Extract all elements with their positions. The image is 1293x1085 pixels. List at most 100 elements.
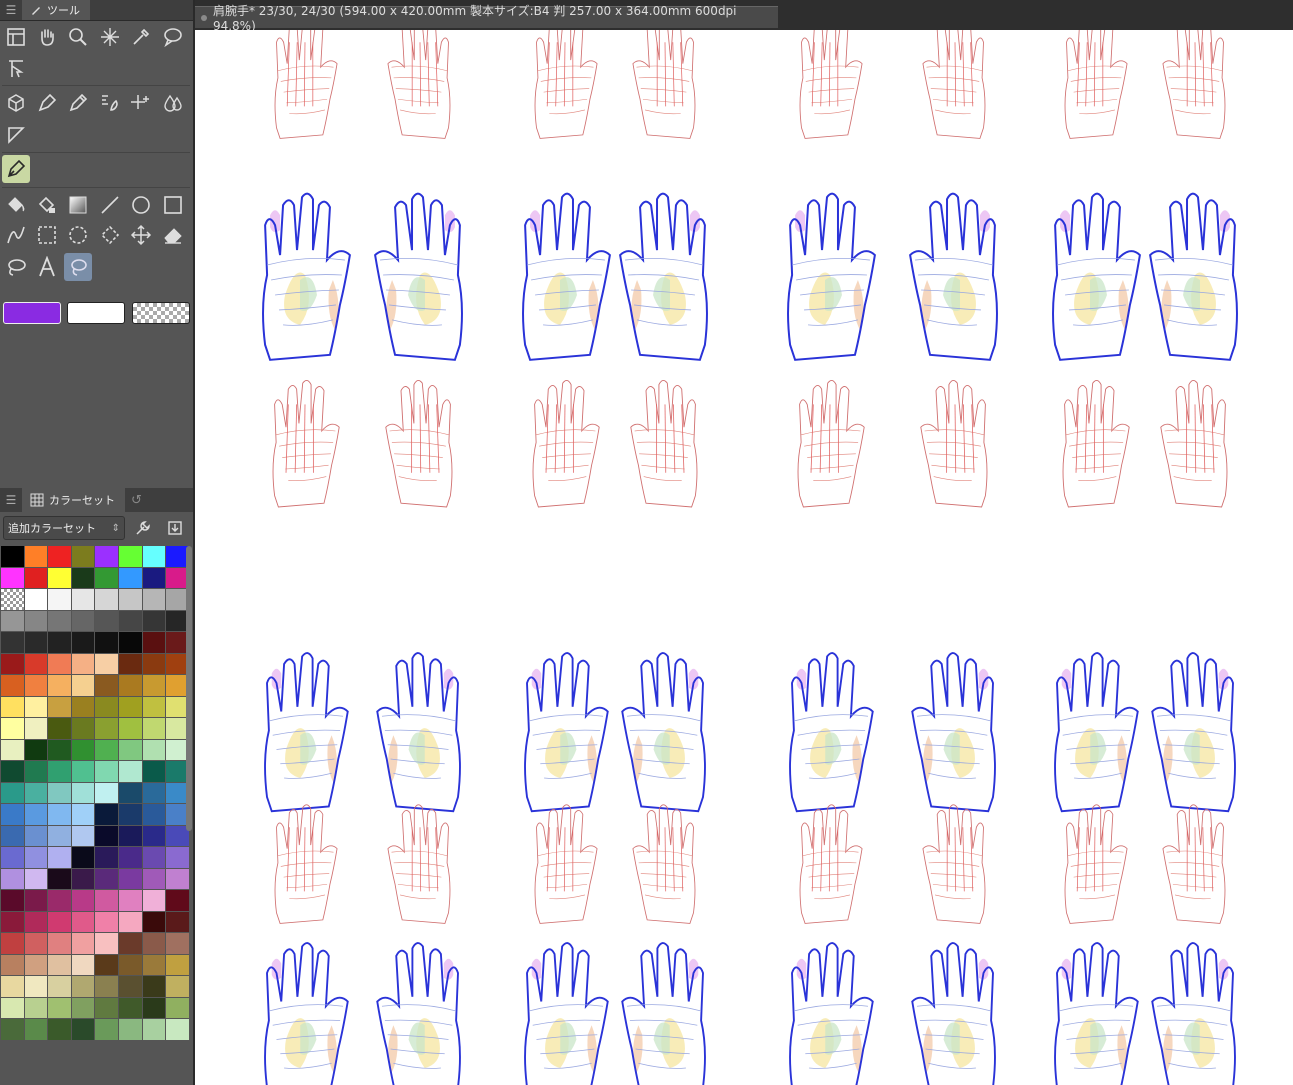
color-swatch[interactable] <box>118 868 142 889</box>
color-swatch[interactable] <box>95 954 118 975</box>
color-swatch[interactable] <box>118 675 142 696</box>
color-swatch[interactable] <box>48 546 71 567</box>
color-swatch[interactable] <box>95 825 118 846</box>
color-swatch[interactable] <box>166 976 189 997</box>
color-swatch[interactable] <box>71 868 95 889</box>
colorset-import-button[interactable] <box>161 516 189 540</box>
color-swatch[interactable] <box>95 933 118 954</box>
color-swatch[interactable] <box>24 825 48 846</box>
color-swatch[interactable] <box>1 718 24 739</box>
color-swatch[interactable] <box>142 890 166 911</box>
color-swatch[interactable] <box>118 997 142 1018</box>
color-swatch[interactable] <box>95 632 118 653</box>
tab-colorset[interactable]: カラーセット <box>22 488 125 512</box>
history-tab-icon[interactable]: ↺ <box>131 493 142 508</box>
color-swatch[interactable] <box>24 610 48 631</box>
color-swatch[interactable] <box>1 1019 24 1040</box>
color-swatch[interactable] <box>95 804 118 825</box>
color-swatch[interactable] <box>142 933 166 954</box>
color-swatch[interactable] <box>1 933 24 954</box>
ruler-tool[interactable] <box>2 121 30 149</box>
color-swatch[interactable] <box>1 696 24 717</box>
color-swatch[interactable] <box>118 782 142 803</box>
color-swatch[interactable] <box>142 976 166 997</box>
sub-color-chip[interactable] <box>67 302 125 324</box>
color-swatch[interactable] <box>48 976 71 997</box>
color-swatch[interactable] <box>118 696 142 717</box>
color-swatch[interactable] <box>95 1019 118 1040</box>
color-swatch[interactable] <box>24 911 48 932</box>
color-swatch[interactable] <box>24 632 48 653</box>
color-swatch[interactable] <box>142 675 166 696</box>
lasso-active-tool[interactable] <box>64 253 92 281</box>
operation-tool[interactable] <box>2 55 30 83</box>
color-swatch[interactable] <box>95 761 118 782</box>
color-swatch[interactable] <box>1 567 24 588</box>
color-swatch[interactable] <box>48 911 71 932</box>
color-swatch[interactable] <box>95 911 118 932</box>
color-swatch[interactable] <box>118 589 142 610</box>
color-swatch[interactable] <box>142 632 166 653</box>
color-swatch[interactable] <box>1 997 24 1018</box>
color-swatch[interactable] <box>142 782 166 803</box>
colorset-settings-button[interactable] <box>129 516 157 540</box>
eraser-tool[interactable] <box>159 221 187 249</box>
color-swatch[interactable] <box>1 675 24 696</box>
color-swatch[interactable] <box>142 739 166 760</box>
color-swatch[interactable] <box>71 589 95 610</box>
color-swatch[interactable] <box>48 739 71 760</box>
view-tool[interactable] <box>2 23 30 51</box>
color-swatch[interactable] <box>1 804 24 825</box>
color-swatch[interactable] <box>48 675 71 696</box>
zoom-tool[interactable] <box>64 23 92 51</box>
color-swatch[interactable] <box>118 825 142 846</box>
color-swatch[interactable] <box>48 847 71 868</box>
color-swatch[interactable] <box>118 933 142 954</box>
color-swatch[interactable] <box>142 653 166 674</box>
color-swatch[interactable] <box>1 653 24 674</box>
color-swatch[interactable] <box>71 718 95 739</box>
color-swatch[interactable] <box>1 632 24 653</box>
hand-tool[interactable] <box>33 23 61 51</box>
color-swatch[interactable] <box>166 847 189 868</box>
color-swatch[interactable] <box>71 825 95 846</box>
color-swatch[interactable] <box>24 696 48 717</box>
color-swatch[interactable] <box>24 997 48 1018</box>
decoration-tool[interactable] <box>127 89 155 117</box>
color-swatch[interactable] <box>71 890 95 911</box>
fill-close-tool[interactable] <box>33 191 61 219</box>
rectangle-tool[interactable] <box>159 191 187 219</box>
color-swatch[interactable] <box>71 997 95 1018</box>
color-swatch[interactable] <box>142 847 166 868</box>
color-swatch[interactable] <box>166 1019 189 1040</box>
color-swatch[interactable] <box>48 933 71 954</box>
curve-tool[interactable] <box>2 221 30 249</box>
color-swatch[interactable] <box>71 1019 95 1040</box>
color-swatch[interactable] <box>142 825 166 846</box>
color-swatch[interactable] <box>95 718 118 739</box>
text-tool[interactable] <box>33 253 61 281</box>
color-swatch[interactable] <box>24 868 48 889</box>
color-swatch[interactable] <box>71 782 95 803</box>
color-swatch[interactable] <box>1 782 24 803</box>
color-swatch[interactable] <box>118 567 142 588</box>
color-swatch[interactable] <box>71 976 95 997</box>
color-swatch[interactable] <box>48 761 71 782</box>
color-swatch[interactable] <box>48 868 71 889</box>
panel-menu-icon[interactable]: ☰ <box>0 493 22 507</box>
color-swatch[interactable] <box>95 868 118 889</box>
color-swatch[interactable] <box>142 718 166 739</box>
eyedropper-tool[interactable] <box>127 23 155 51</box>
pen-tool[interactable] <box>33 89 61 117</box>
color-swatch[interactable] <box>48 632 71 653</box>
color-swatch[interactable] <box>166 997 189 1018</box>
panel-menu-icon[interactable]: ☰ <box>0 3 22 17</box>
color-swatch[interactable] <box>1 546 24 567</box>
pencil-tool[interactable] <box>64 89 92 117</box>
color-swatch[interactable] <box>142 997 166 1018</box>
color-swatch[interactable] <box>95 653 118 674</box>
color-swatch[interactable] <box>24 976 48 997</box>
color-swatch[interactable] <box>95 567 118 588</box>
color-swatch[interactable] <box>24 933 48 954</box>
color-swatch[interactable] <box>48 997 71 1018</box>
